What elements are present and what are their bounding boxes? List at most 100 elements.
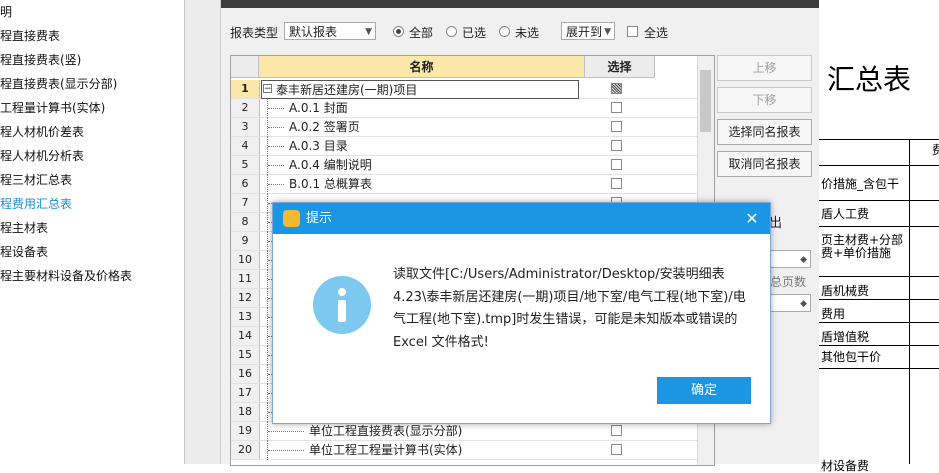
row-number: 13	[231, 308, 260, 326]
row-checkbox[interactable]	[611, 140, 622, 151]
preview-title: 汇总表	[827, 63, 912, 96]
partial-spin-2[interactable]: ◆	[769, 294, 811, 312]
table-row[interactable]: 20 单位工程工程量计算书(实体)	[231, 441, 714, 460]
preview-cell: 材设备费	[821, 459, 870, 473]
row-name: B.0.1 总概算表	[289, 177, 372, 191]
row-name: A.0.3 目录	[289, 139, 348, 153]
tree-line	[268, 431, 304, 432]
tree-line	[268, 127, 284, 128]
tree-item[interactable]: 程人材机分析表	[0, 145, 84, 167]
close-icon[interactable]: ✕	[740, 203, 764, 234]
row-number: 1	[231, 80, 260, 98]
select-all-checkbox[interactable]	[627, 26, 638, 37]
row-name: 泰丰新居还建房(一期)项目	[261, 80, 579, 99]
row-name: 单位工程工程量计算书(实体)	[309, 443, 463, 457]
row-number: 4	[231, 137, 260, 155]
row-number: 15	[231, 346, 260, 364]
preview-cell: 盾增值税	[821, 330, 870, 344]
ok-button[interactable]: 确定	[657, 377, 751, 404]
chevron-down-icon: ▼	[365, 27, 372, 37]
tree-item[interactable]: 程直接费表(显示分部)	[0, 73, 117, 95]
tree-item[interactable]: 程直接费表(竖)	[0, 49, 81, 71]
expand-to-combo[interactable]: 展开到 ▼	[561, 22, 615, 40]
tree-item[interactable]: 程三材汇总表	[0, 169, 72, 191]
grid-corner	[231, 56, 259, 78]
total-pages-label-partial: 总页数	[770, 275, 807, 289]
row-number: 20	[231, 441, 260, 459]
table-row[interactable]: 2 A.0.1 封面	[231, 99, 714, 118]
report-preview: 汇总表 费 价措施_含包干 盾人工费 页主材费+分部 费+单价措施 盾机械费 费用 盾增值税…	[819, 0, 939, 473]
report-type-combo[interactable]: 默认报表 ▼	[284, 22, 376, 40]
grid-header-select[interactable]: 选择	[585, 56, 655, 78]
preview-col-header: 费	[932, 143, 939, 157]
table-line	[819, 165, 939, 166]
table-row[interactable]: 6 B.0.1 总概算表	[231, 175, 714, 194]
radio-all-label: 全部	[409, 26, 434, 40]
tree-item[interactable]: 程设备表	[0, 241, 48, 263]
modal-message: 读取文件[C:/Users/Administrator/Desktop/安装明细…	[393, 267, 746, 350]
tree-item[interactable]: 程直接费表	[0, 25, 60, 47]
row-name: A.0.2 签署页	[289, 120, 360, 134]
table-line	[819, 139, 939, 140]
row-number: 9	[231, 232, 260, 250]
table-row[interactable]: 4 A.0.3 目录	[231, 137, 714, 156]
row-number: 3	[231, 118, 260, 136]
tree-item[interactable]: 程主材表	[0, 217, 48, 239]
row-checkbox[interactable]	[611, 159, 622, 170]
row-checkbox[interactable]	[611, 121, 622, 132]
row-checkbox[interactable]	[611, 83, 622, 94]
row-number: 16	[231, 365, 260, 383]
tree-item[interactable]: 程费用汇总表	[0, 193, 72, 215]
radio-unselected[interactable]	[499, 26, 510, 37]
row-number: 2	[231, 99, 260, 117]
chevron-down-icon: ▼	[604, 27, 611, 37]
table-line	[819, 200, 939, 201]
tree-item[interactable]: 工程量计算书(实体)	[0, 97, 105, 119]
preview-cell: 盾机械费	[821, 284, 870, 298]
table-line	[819, 299, 939, 300]
spin-icon: ◆	[800, 255, 807, 265]
row-number: 5	[231, 156, 260, 174]
row-checkbox[interactable]	[611, 444, 622, 455]
row-number: 11	[231, 270, 260, 288]
radio-selected[interactable]	[446, 26, 457, 37]
row-name: 单位工程直接费表(显示分部)	[309, 424, 463, 438]
table-row[interactable]: 1− 泰丰新居还建房(一期)项目	[231, 80, 714, 99]
table-row[interactable]: 5 A.0.4 编制说明	[231, 156, 714, 175]
move-up-button[interactable]: 上移	[717, 55, 812, 81]
select-same-name-button[interactable]: 选择同名报表	[717, 119, 812, 145]
tree-line	[268, 146, 284, 147]
table-row[interactable]: 19 单位工程直接费表(显示分部)	[231, 422, 714, 441]
move-down-button[interactable]: 下移	[717, 87, 812, 113]
preview-cell: 价措施_含包干	[821, 177, 900, 191]
expand-to-value: 展开到	[566, 25, 603, 39]
scrollbar-thumb[interactable]	[700, 70, 711, 132]
grid-header-name[interactable]: 名称	[259, 56, 585, 78]
radio-all[interactable]	[393, 26, 404, 37]
cancel-same-name-button[interactable]: 取消同名报表	[717, 151, 812, 177]
radio-selected-label: 已选	[462, 26, 487, 40]
partial-spin-1[interactable]: ◆	[769, 250, 811, 268]
table-line	[819, 226, 939, 227]
row-number: 19	[231, 422, 260, 440]
row-number: 12	[231, 289, 260, 307]
row-checkbox[interactable]	[611, 178, 622, 189]
tree-item[interactable]: 程人材机价差表	[0, 121, 84, 143]
preview-cell: 费用	[821, 307, 846, 321]
spin-icon: ◆	[800, 299, 807, 309]
row-checkbox[interactable]	[611, 425, 622, 436]
table-line	[819, 368, 939, 369]
preview-cell: 费+单价措施	[821, 246, 892, 260]
panel-divider	[185, 0, 221, 464]
row-number: 6	[231, 175, 260, 193]
tree-item[interactable]: 程主要材料设备及价格表	[0, 265, 132, 287]
table-row[interactable]: 3 A.0.2 签署页	[231, 118, 714, 137]
tree-item[interactable]: 明	[0, 1, 12, 23]
row-name: A.0.4 编制说明	[289, 158, 372, 172]
tree-line	[268, 165, 284, 166]
table-line	[909, 139, 910, 464]
row-checkbox[interactable]	[611, 102, 622, 113]
row-number: 18	[231, 403, 260, 421]
table-line	[819, 345, 939, 346]
app-icon	[283, 210, 300, 227]
